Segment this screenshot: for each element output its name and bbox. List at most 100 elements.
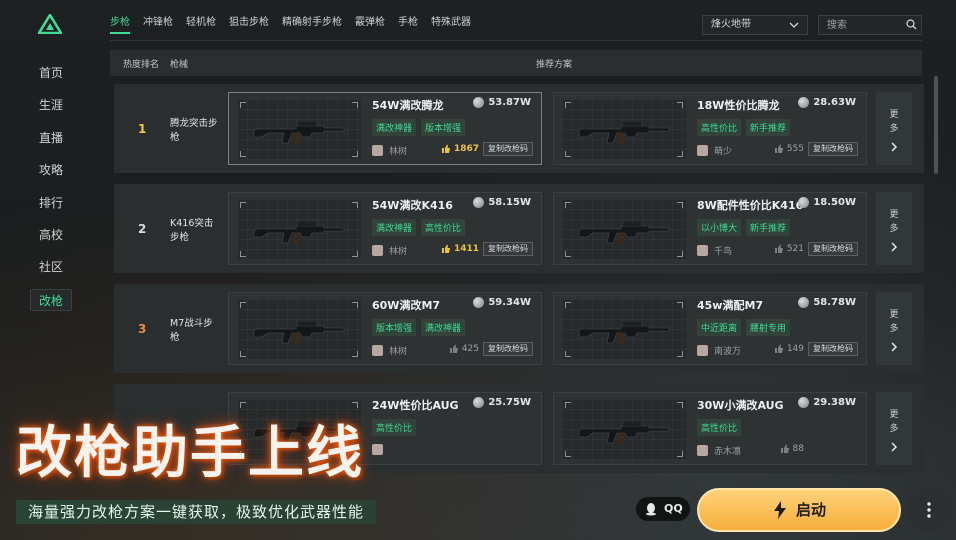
avatar xyxy=(697,145,708,156)
tab-7[interactable]: 特殊武器 xyxy=(431,12,471,34)
plan-card[interactable]: 18W性价比腾龙 28.63W 高性价比 新手推荐 萌少 555 复制改枪码 xyxy=(553,92,867,165)
col-rank-header: 热度排名 xyxy=(123,60,160,70)
more-plans-button[interactable]: 更多 xyxy=(876,192,912,265)
sidebar-item-5[interactable]: 高校 xyxy=(30,224,72,246)
avatar xyxy=(372,245,383,256)
banner-title: 改枪助手上线 xyxy=(16,421,364,486)
price-value: 53.87W xyxy=(488,97,531,108)
chevron-right-icon xyxy=(891,142,898,152)
chevron-right-icon xyxy=(891,242,898,252)
lightning-icon xyxy=(774,501,786,519)
price-value: 59.34W xyxy=(488,297,531,308)
plan-card[interactable]: 8W配件性价比K416 18.50W 以小博大 新手推荐 千鸟 521 复制改枪码 xyxy=(553,192,867,265)
plan-card[interactable]: 54W满改K416 58.15W 满改神器 高性价比 林树 1411 复制改枪码 xyxy=(228,192,542,265)
rifle-image xyxy=(578,322,670,344)
thumbs-up-icon xyxy=(441,144,450,153)
plan-author: 南波万 xyxy=(697,344,741,357)
coin-icon xyxy=(798,97,810,108)
thumbs-up-icon xyxy=(774,244,783,253)
plan-tags: 高性价比 xyxy=(697,419,746,436)
tab-4[interactable]: 精确射手步枪 xyxy=(282,12,342,34)
plan-price: 18.50W xyxy=(798,197,856,208)
tab-2[interactable]: 轻机枪 xyxy=(186,12,216,34)
chevron-down-icon xyxy=(789,22,799,28)
more-plans-button[interactable]: 更多 xyxy=(876,392,912,465)
sidebar-item-1[interactable]: 生涯 xyxy=(30,94,72,116)
rifle-image xyxy=(578,122,670,144)
weapon-thumbnail xyxy=(237,199,361,260)
plan-tag: 高性价比 xyxy=(697,119,742,136)
more-plans-button[interactable]: 更多 xyxy=(876,92,912,165)
sidebar-item-6[interactable]: 社区 xyxy=(30,256,72,278)
plan-card[interactable]: 30W小满改AUG 29.38W 高性价比 赤木凛 88 xyxy=(553,392,867,465)
launch-button[interactable]: 启动 xyxy=(697,488,901,532)
chevron-right-icon xyxy=(891,342,898,352)
qq-login-button[interactable]: QQ xyxy=(636,497,690,521)
plan-author: 千鸟 xyxy=(697,244,732,257)
search-icon[interactable] xyxy=(906,19,917,30)
plan-price: 25.75W xyxy=(473,397,531,408)
copy-code-button[interactable]: 复制改枪码 xyxy=(808,142,858,156)
sidebar-item-4[interactable]: 排行 xyxy=(30,192,72,214)
plan-tags: 满改神器 版本增强 xyxy=(372,119,470,136)
plan-tag: 满改神器 xyxy=(421,319,466,336)
plan-tag: 高性价比 xyxy=(697,419,742,436)
copy-code-button[interactable]: 复制改枪码 xyxy=(483,342,533,356)
sidebar-item-7[interactable]: 改枪 xyxy=(30,288,72,311)
plan-title: 30W小满改AUG xyxy=(697,399,784,412)
map-select[interactable]: 烽火地带 xyxy=(702,15,808,35)
plan-title: 24W性价比AUG xyxy=(372,399,459,412)
gun-name: 腾龙突击步枪 xyxy=(170,118,218,143)
copy-code-button[interactable]: 复制改枪码 xyxy=(808,242,858,256)
tabs-divider xyxy=(110,40,922,41)
plan-likes: 1411 xyxy=(441,244,479,254)
price-value: 25.75W xyxy=(488,397,531,408)
likes-count: 149 xyxy=(786,344,804,354)
price-value: 18.50W xyxy=(813,197,856,208)
likes-count: 425 xyxy=(461,344,479,354)
more-menu-button[interactable] xyxy=(908,489,950,531)
copy-code-button[interactable]: 复制改枪码 xyxy=(483,142,533,156)
plan-card[interactable]: 54W满改腾龙 53.87W 满改神器 版本增强 林树 1867 复制改枪码 xyxy=(228,92,542,165)
plan-tag: 高性价比 xyxy=(372,419,417,436)
weapon-thumbnail xyxy=(237,99,361,160)
copy-code-button[interactable]: 复制改枪码 xyxy=(483,242,533,256)
plan-author: 赤木凛 xyxy=(697,444,741,457)
plan-title: 60W满改M7 xyxy=(372,299,441,312)
price-value: 58.15W xyxy=(488,197,531,208)
plan-card[interactable]: 60W满改M7 59.34W 版本增强 满改神器 林树 425 复制改枪码 xyxy=(228,292,542,365)
more-plans-button[interactable]: 更多 xyxy=(876,292,912,365)
plan-author: 林树 xyxy=(372,244,407,257)
thumbs-up-icon xyxy=(774,144,783,153)
tab-5[interactable]: 霰弹枪 xyxy=(355,12,385,34)
plan-tags: 高性价比 新手推荐 xyxy=(697,119,795,136)
sidebar-item-0[interactable]: 首页 xyxy=(30,62,72,84)
plan-tags: 高性价比 xyxy=(372,419,421,436)
plan-tag: 中近距离 xyxy=(697,319,742,336)
author-name: 赤木凛 xyxy=(714,447,742,457)
plan-title: 54W满改腾龙 xyxy=(372,99,444,112)
plan-tag: 腰射专用 xyxy=(746,319,791,336)
sidebar-item-2[interactable]: 直播 xyxy=(30,127,72,149)
price-value: 29.38W xyxy=(813,397,856,408)
tab-1[interactable]: 冲锋枪 xyxy=(143,12,173,34)
plan-card[interactable]: 45w满配M7 58.78W 中近距离 腰射专用 南波万 149 复制改枪码 xyxy=(553,292,867,365)
plan-price: 59.34W xyxy=(473,297,531,308)
coin-icon xyxy=(473,197,485,208)
avatar xyxy=(697,345,708,356)
copy-code-button[interactable]: 复制改枪码 xyxy=(808,342,858,356)
sidebar-item-3[interactable]: 攻略 xyxy=(30,159,72,181)
plan-title: 8W配件性价比K416 xyxy=(697,199,804,212)
tab-0[interactable]: 步枪 xyxy=(110,12,130,34)
plan-author: 林树 xyxy=(372,144,407,157)
list-scrollbar[interactable] xyxy=(934,76,938,174)
tab-3[interactable]: 狙击步枪 xyxy=(229,12,269,34)
more-vertical-icon xyxy=(927,502,931,518)
sidebar-nav: 首页生涯直播攻略排行高校社区改枪 xyxy=(30,62,72,321)
plan-likes: 425 xyxy=(449,344,479,354)
more-label: 更多 xyxy=(889,110,899,134)
avatar xyxy=(697,245,708,256)
launch-label: 启动 xyxy=(795,501,826,519)
avatar xyxy=(372,345,383,356)
tab-6[interactable]: 手枪 xyxy=(398,12,418,34)
